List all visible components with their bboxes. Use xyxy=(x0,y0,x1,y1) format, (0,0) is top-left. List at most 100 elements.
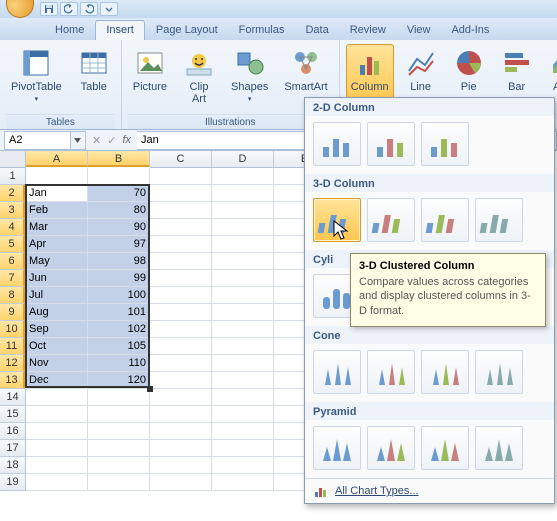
pivottable-button[interactable]: PivotTable▾ xyxy=(6,44,67,106)
col-header-D[interactable]: D xyxy=(212,151,274,168)
cell-C13[interactable] xyxy=(150,372,212,389)
cell-A16[interactable] xyxy=(26,423,88,440)
chart-option-cone-1[interactable] xyxy=(367,350,415,394)
row-header-12[interactable]: 12 xyxy=(0,355,25,372)
tab-home[interactable]: Home xyxy=(45,21,94,40)
chart-option-col3d-0[interactable] xyxy=(313,198,361,242)
row-header-1[interactable]: 1 xyxy=(0,168,26,185)
tab-page-layout[interactable]: Page Layout xyxy=(146,21,228,40)
enter-icon[interactable]: ✓ xyxy=(107,134,116,147)
row-header-14[interactable]: 14 xyxy=(0,389,26,406)
clipart-button[interactable]: ClipArt xyxy=(178,44,220,108)
row-header-16[interactable]: 16 xyxy=(0,423,26,440)
cell-A10[interactable]: Sep xyxy=(26,321,88,338)
cell-C6[interactable] xyxy=(150,253,212,270)
row-header-19[interactable]: 19 xyxy=(0,474,26,491)
cell-C11[interactable] xyxy=(150,338,212,355)
cell-D17[interactable] xyxy=(212,440,274,457)
cell-A7[interactable]: Jun xyxy=(26,270,88,287)
qat-undo-icon[interactable] xyxy=(60,2,78,16)
cell-A2[interactable]: Jan xyxy=(26,185,88,202)
cell-A6[interactable]: May xyxy=(26,253,88,270)
cell-B14[interactable] xyxy=(88,389,150,406)
cell-D4[interactable] xyxy=(212,219,274,236)
cell-A9[interactable]: Aug xyxy=(26,304,88,321)
cell-C7[interactable] xyxy=(150,270,212,287)
cell-D1[interactable] xyxy=(212,168,274,185)
cell-D12[interactable] xyxy=(212,355,274,372)
cell-B1[interactable] xyxy=(88,168,150,185)
name-box-dropdown-icon[interactable] xyxy=(70,132,84,149)
qat-save-icon[interactable] xyxy=(40,2,58,16)
dd-footer[interactable]: All Chart Types... xyxy=(305,478,554,503)
row-header-4[interactable]: 4 xyxy=(0,219,25,236)
cell-A13[interactable]: Dec xyxy=(26,372,88,389)
cell-D11[interactable] xyxy=(212,338,274,355)
cell-B4[interactable]: 90 xyxy=(88,219,150,236)
cell-A18[interactable] xyxy=(26,457,88,474)
row-header-3[interactable]: 3 xyxy=(0,202,25,219)
tab-insert[interactable]: Insert xyxy=(95,20,145,40)
cell-C18[interactable] xyxy=(150,457,212,474)
qat-customize[interactable] xyxy=(100,2,118,16)
chart-option-col3d-1[interactable] xyxy=(367,198,415,242)
cell-B5[interactable]: 97 xyxy=(88,236,150,253)
cell-C2[interactable] xyxy=(150,185,212,202)
office-button[interactable] xyxy=(6,0,34,18)
cell-A19[interactable] xyxy=(26,474,88,491)
smartart-button[interactable]: SmartArt xyxy=(279,44,332,96)
name-box[interactable]: A2 xyxy=(4,131,86,150)
cell-B11[interactable]: 105 xyxy=(88,338,150,355)
cell-D10[interactable] xyxy=(212,321,274,338)
select-all-corner[interactable] xyxy=(0,151,26,168)
fx-icon[interactable]: fx xyxy=(122,134,131,146)
chart-option-col2d-2[interactable] xyxy=(421,122,469,166)
picture-button[interactable]: Picture xyxy=(128,44,172,96)
cell-A1[interactable] xyxy=(26,168,88,185)
row-header-11[interactable]: 11 xyxy=(0,338,25,355)
cell-A3[interactable]: Feb xyxy=(26,202,88,219)
cell-A17[interactable] xyxy=(26,440,88,457)
tab-view[interactable]: View xyxy=(397,21,441,40)
cell-C8[interactable] xyxy=(150,287,212,304)
tab-review[interactable]: Review xyxy=(340,21,396,40)
chart-option-col2d-0[interactable] xyxy=(313,122,361,166)
cell-D8[interactable] xyxy=(212,287,274,304)
row-header-5[interactable]: 5 xyxy=(0,236,25,253)
cell-D7[interactable] xyxy=(212,270,274,287)
chart-option-pyramid-3[interactable] xyxy=(475,426,523,470)
cell-B15[interactable] xyxy=(88,406,150,423)
cell-B18[interactable] xyxy=(88,457,150,474)
cell-B9[interactable]: 101 xyxy=(88,304,150,321)
tab-add-ins[interactable]: Add-Ins xyxy=(441,21,499,40)
cell-A4[interactable]: Mar xyxy=(26,219,88,236)
cell-C10[interactable] xyxy=(150,321,212,338)
cell-D6[interactable] xyxy=(212,253,274,270)
cell-D16[interactable] xyxy=(212,423,274,440)
cell-A8[interactable]: Jul xyxy=(26,287,88,304)
table-button[interactable]: Table xyxy=(73,44,115,96)
row-header-18[interactable]: 18 xyxy=(0,457,26,474)
cell-C1[interactable] xyxy=(150,168,212,185)
cell-C3[interactable] xyxy=(150,202,212,219)
cell-A14[interactable] xyxy=(26,389,88,406)
qat-redo-icon[interactable] xyxy=(80,2,98,16)
cell-C12[interactable] xyxy=(150,355,212,372)
cell-A11[interactable]: Oct xyxy=(26,338,88,355)
cell-D14[interactable] xyxy=(212,389,274,406)
chart-option-pyramid-1[interactable] xyxy=(367,426,415,470)
chart-option-pyramid-0[interactable] xyxy=(313,426,361,470)
shapes-button[interactable]: Shapes▾ xyxy=(226,44,273,106)
chart-option-cone-2[interactable] xyxy=(421,350,469,394)
cell-B16[interactable] xyxy=(88,423,150,440)
row-header-7[interactable]: 7 xyxy=(0,270,25,287)
cell-B17[interactable] xyxy=(88,440,150,457)
row-header-2[interactable]: 2 xyxy=(0,185,25,202)
cell-A12[interactable]: Nov xyxy=(26,355,88,372)
cell-C19[interactable] xyxy=(150,474,212,491)
cell-B19[interactable] xyxy=(88,474,150,491)
row-header-13[interactable]: 13 xyxy=(0,372,25,389)
chart-option-col3d-3[interactable] xyxy=(475,198,523,242)
cell-C15[interactable] xyxy=(150,406,212,423)
chart-option-col2d-1[interactable] xyxy=(367,122,415,166)
